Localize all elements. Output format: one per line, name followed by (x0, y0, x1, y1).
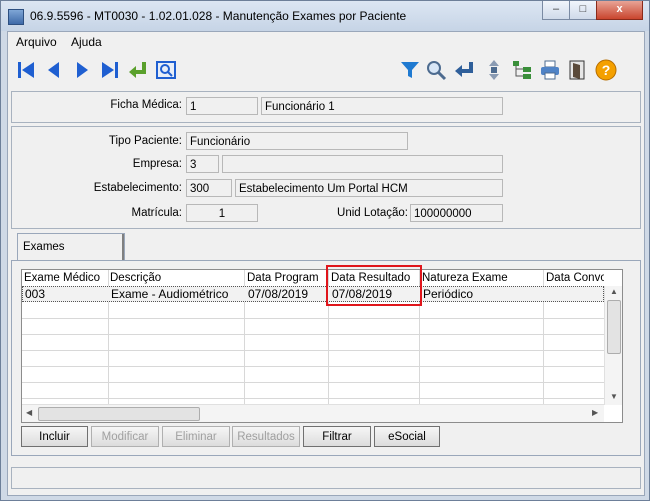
column-header-data-program[interactable]: Data Program (245, 270, 329, 286)
tree-icon[interactable] (510, 58, 534, 82)
unid-lotacao-field: 100000000 (410, 204, 503, 222)
modificar-button[interactable]: Modificar (91, 426, 159, 447)
filtrar-button[interactable]: Filtrar (303, 426, 371, 447)
unid-lotacao-label: Unid Lotação: (337, 207, 408, 219)
previous-record-icon[interactable] (42, 58, 66, 82)
column-header-exame-medico[interactable]: Exame Médico (22, 270, 108, 286)
menu-arquivo[interactable]: Arquivo (16, 35, 57, 49)
ficha-name-field: Funcionário 1 (261, 97, 503, 115)
estabelecimento-field[interactable]: 300 (186, 179, 232, 197)
svg-text:?: ? (602, 62, 611, 78)
empresa-field[interactable]: 3 (186, 155, 219, 173)
print-icon[interactable] (538, 58, 562, 82)
tipo-paciente-field[interactable]: Funcionário (186, 132, 408, 150)
cell-natureza-exame: Periódico (423, 287, 474, 301)
filter-icon[interactable] (398, 58, 422, 82)
cell-exame-medico: 003 (25, 287, 46, 301)
tipo-paciente-label: Tipo Paciente: (108, 135, 182, 147)
minimize-button[interactable]: – (542, 1, 570, 20)
ficha-medica-label: Ficha Médica: (110, 99, 182, 111)
window-title: 06.9.5596 - MT0030 - 1.02.01.028 - Manut… (30, 9, 407, 23)
scroll-right-arrow-icon[interactable]: ▶ (592, 408, 598, 417)
highlight-box (326, 265, 422, 306)
horizontal-scroll-thumb[interactable] (38, 407, 200, 421)
resultados-button[interactable]: Resultados (232, 426, 300, 447)
scroll-up-arrow-icon[interactable]: ▲ (610, 287, 618, 296)
cell-data-convo (545, 287, 605, 302)
tab-exames[interactable]: Exames (17, 233, 125, 261)
scroll-left-arrow-icon[interactable]: ◀ (26, 408, 32, 417)
exit-icon[interactable] (565, 58, 589, 82)
vertical-scrollbar[interactable]: ▲ ▼ (604, 286, 622, 405)
column-header-natureza-exame[interactable]: Natureza Exame (420, 270, 544, 286)
header-panel: Ficha Médica: 1 Funcionário 1 (11, 91, 641, 123)
return-arrow-icon[interactable] (452, 58, 476, 82)
tab-exames-label: Exames (23, 241, 65, 253)
ficha-medica-field[interactable]: 1 (186, 97, 258, 115)
return-icon[interactable] (126, 58, 150, 82)
zoom-icon[interactable] (154, 58, 178, 82)
patient-details-panel: Tipo Paciente: Funcionário Empresa: 3 Es… (11, 126, 641, 229)
estabelecimento-label: Estabelecimento: (93, 182, 182, 194)
client-area: Arquivo Ajuda ? Ficha Médica: 1 Funcioná… (7, 31, 645, 496)
vertical-scroll-thumb[interactable] (607, 300, 621, 354)
app-icon (8, 9, 24, 25)
column-header-descricao[interactable]: Descrição (108, 270, 245, 286)
cell-descricao: Exame - Audiométrico (111, 287, 229, 301)
grid-header: Exame Médico Descrição Data Program Data… (22, 270, 622, 286)
empresa-name-field (222, 155, 503, 173)
title-bar[interactable]: 06.9.5596 - MT0030 - 1.02.01.028 - Manut… (1, 1, 649, 31)
matricula-field[interactable]: 1 (186, 204, 258, 222)
search-icon[interactable] (424, 58, 448, 82)
scroll-down-arrow-icon[interactable]: ▼ (610, 392, 618, 401)
column-header-data-convo[interactable]: Data Convo (544, 270, 604, 286)
last-record-icon[interactable] (98, 58, 122, 82)
reorder-icon[interactable] (482, 58, 506, 82)
menu-bar: Arquivo Ajuda (8, 32, 644, 52)
first-record-icon[interactable] (14, 58, 38, 82)
horizontal-scrollbar[interactable]: ◀ ▶ (22, 404, 604, 422)
next-record-icon[interactable] (70, 58, 94, 82)
toolbar: ? (8, 52, 644, 88)
estabelecimento-name-field: Estabelecimento Um Portal HCM (235, 179, 503, 197)
matricula-label: Matrícula: (131, 207, 183, 219)
help-icon[interactable]: ? (594, 58, 618, 82)
table-row[interactable]: 003 Exame - Audiométrico 07/08/2019 07/0… (22, 286, 604, 302)
main-window: 06.9.5596 - MT0030 - 1.02.01.028 - Manut… (0, 0, 650, 501)
cell-data-program: 07/08/2019 (248, 287, 309, 301)
empresa-label: Empresa: (132, 158, 182, 170)
eliminar-button[interactable]: Eliminar (162, 426, 230, 447)
incluir-button[interactable]: Incluir (21, 426, 88, 447)
close-button[interactable]: x (596, 1, 643, 20)
maximize-button[interactable]: □ (569, 1, 597, 20)
esocial-button[interactable]: eSocial (374, 426, 440, 447)
status-bar (11, 467, 641, 489)
menu-ajuda[interactable]: Ajuda (71, 35, 102, 49)
exames-grid[interactable]: Exame Médico Descrição Data Program Data… (21, 269, 623, 423)
